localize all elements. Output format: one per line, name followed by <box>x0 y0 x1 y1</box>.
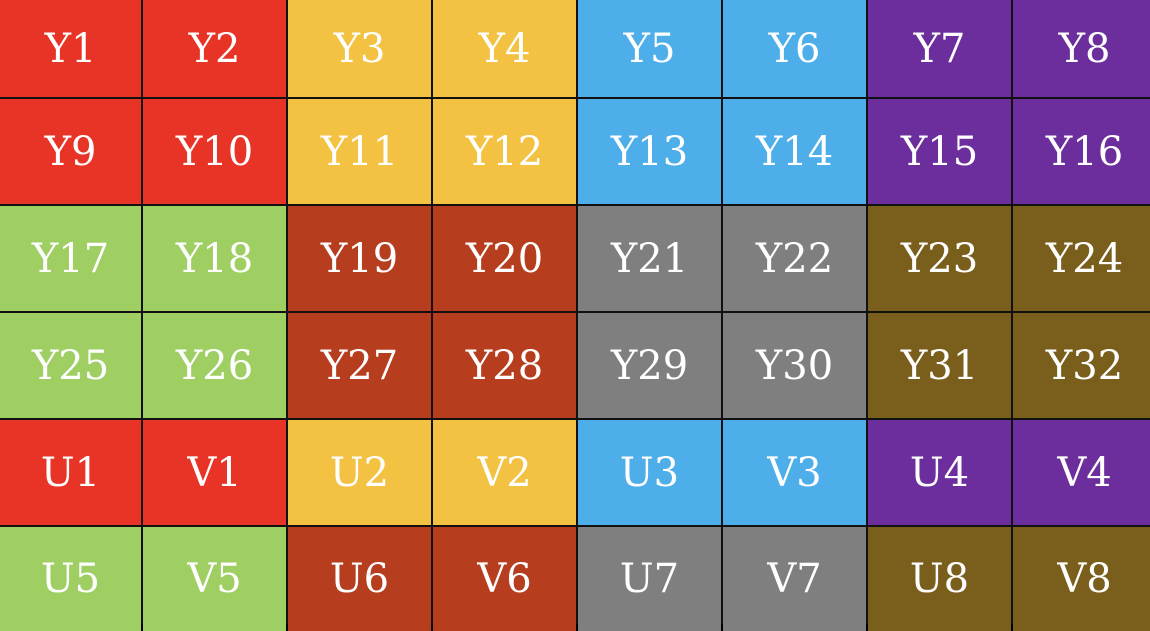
grid-cell-y26: Y26 <box>143 313 286 418</box>
grid-cell-v2: V2 <box>433 420 576 525</box>
grid-cell-u4: U4 <box>868 420 1011 525</box>
grid-cell-y2: Y2 <box>143 0 286 97</box>
grid-cell-v7: V7 <box>723 527 866 631</box>
grid-cell-y21: Y21 <box>578 206 721 311</box>
grid-cell-y7: Y7 <box>868 0 1011 97</box>
grid-cell-u8: U8 <box>868 527 1011 631</box>
grid-cell-u1: U1 <box>0 420 141 525</box>
grid-cell-y23: Y23 <box>868 206 1011 311</box>
grid-cell-y1: Y1 <box>0 0 141 97</box>
grid-cell-u3: U3 <box>578 420 721 525</box>
grid-cell-u7: U7 <box>578 527 721 631</box>
grid-cell-u2: U2 <box>288 420 431 525</box>
grid-cell-y9: Y9 <box>0 99 141 204</box>
grid-cell-y22: Y22 <box>723 206 866 311</box>
grid-cell-y31: Y31 <box>868 313 1011 418</box>
grid-cell-y4: Y4 <box>433 0 576 97</box>
grid-cell-y28: Y28 <box>433 313 576 418</box>
grid-cell-y19: Y19 <box>288 206 431 311</box>
grid-cell-y15: Y15 <box>868 99 1011 204</box>
grid-cell-y6: Y6 <box>723 0 866 97</box>
grid-cell-y11: Y11 <box>288 99 431 204</box>
grid-cell-v8: V8 <box>1013 527 1150 631</box>
grid-cell-y27: Y27 <box>288 313 431 418</box>
grid-cell-y30: Y30 <box>723 313 866 418</box>
grid-cell-y29: Y29 <box>578 313 721 418</box>
grid-cell-v5: V5 <box>143 527 286 631</box>
grid-cell-y3: Y3 <box>288 0 431 97</box>
grid-cell-y25: Y25 <box>0 313 141 418</box>
grid-cell-u6: U6 <box>288 527 431 631</box>
grid-cell-y13: Y13 <box>578 99 721 204</box>
grid-cell-v1: V1 <box>143 420 286 525</box>
grid-cell-v6: V6 <box>433 527 576 631</box>
grid-cell-y12: Y12 <box>433 99 576 204</box>
grid-cell-y5: Y5 <box>578 0 721 97</box>
grid-cell-y16: Y16 <box>1013 99 1150 204</box>
grid-cell-y20: Y20 <box>433 206 576 311</box>
grid-cell-y14: Y14 <box>723 99 866 204</box>
grid-cell-u5: U5 <box>0 527 141 631</box>
grid-cell-v4: V4 <box>1013 420 1150 525</box>
grid-cell-y8: Y8 <box>1013 0 1150 97</box>
grid-cell-y32: Y32 <box>1013 313 1150 418</box>
grid-cell-v3: V3 <box>723 420 866 525</box>
grid-cell-y10: Y10 <box>143 99 286 204</box>
yuv-sample-grid: Y1 Y2 Y3 Y4 Y5 Y6 Y7 Y8 Y9 Y10 Y11 Y12 Y13 Y14 Y15 Y16 Y… <box>0 0 1150 631</box>
grid-cell-y24: Y24 <box>1013 206 1150 311</box>
grid-cell-y17: Y17 <box>0 206 141 311</box>
grid-cell-y18: Y18 <box>143 206 286 311</box>
